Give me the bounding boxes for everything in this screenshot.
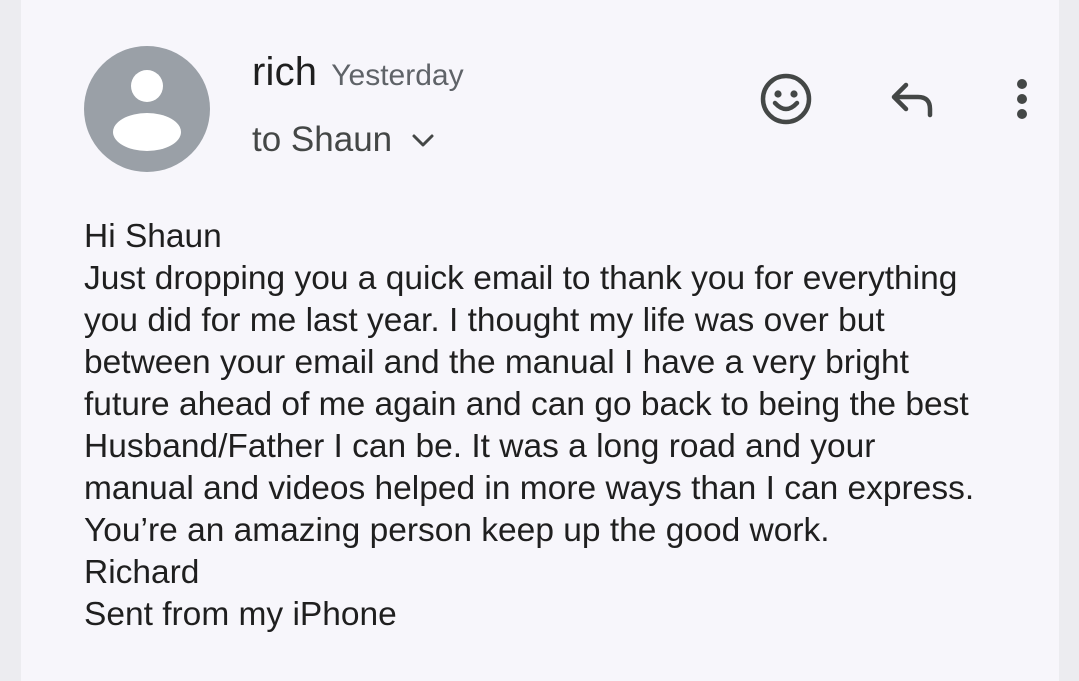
reply-icon: [891, 82, 933, 118]
add-reaction-button[interactable]: [753, 66, 819, 132]
sender-avatar[interactable]: [84, 46, 210, 172]
chevron-down-icon: [410, 127, 436, 153]
recipient-details-toggle[interactable]: to Shaun: [252, 120, 436, 160]
body-line: Just dropping you a quick email to thank…: [84, 260, 958, 297]
body-line: You’re an amazing person keep up the goo…: [84, 512, 830, 549]
body-line: between your email and the manual I have…: [84, 344, 909, 381]
body-line: manual and videos helped in more ways th…: [84, 470, 975, 507]
more-options-button[interactable]: [989, 66, 1055, 132]
email-body: Hi Shaun Just dropping you a quick email…: [84, 216, 1064, 636]
emoji-icon: [760, 73, 812, 125]
body-line: you did for me last year. I thought my l…: [84, 302, 885, 339]
sent-time: Yesterday: [331, 59, 464, 92]
body-line: Richard: [84, 554, 200, 591]
body-line: future ahead of me again and can go back…: [84, 386, 969, 423]
sender-line: rich Yesterday: [252, 50, 464, 95]
person-icon: [113, 70, 181, 151]
email-message-card: rich Yesterday to Shaun Hi Shaun Just dr…: [21, 0, 1059, 681]
body-line: Sent from my iPhone: [84, 596, 397, 633]
more-vert-icon: [1017, 79, 1027, 119]
body-line: Hi Shaun: [84, 218, 222, 255]
reply-button[interactable]: [879, 66, 945, 132]
recipient-label: to Shaun: [252, 120, 393, 159]
body-line: Husband/Father I can be. It was a long r…: [84, 428, 876, 465]
sender-name[interactable]: rich: [252, 50, 317, 95]
